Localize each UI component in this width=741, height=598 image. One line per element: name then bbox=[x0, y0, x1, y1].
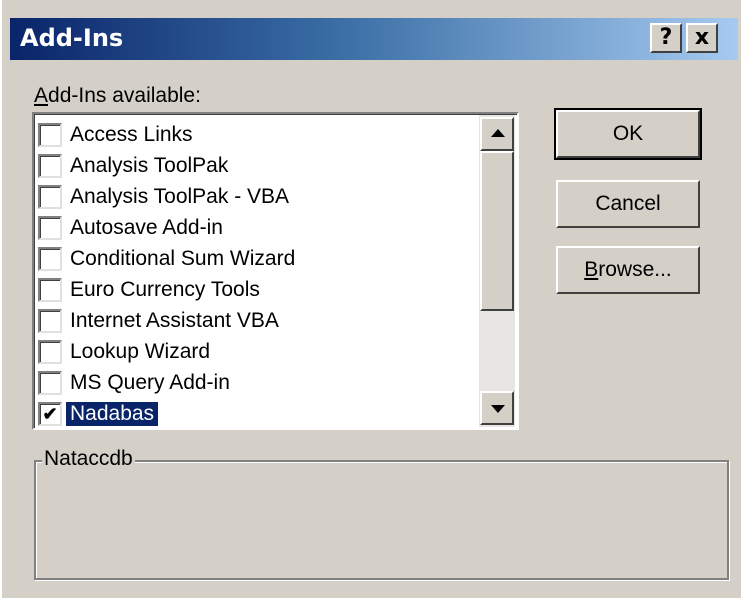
list-item-nadabas[interactable]: ✔ Nadabas bbox=[38, 398, 478, 429]
list-item-autosave[interactable]: Autosave Add-in bbox=[38, 212, 478, 243]
list-item-label: Internet Assistant VBA bbox=[70, 308, 279, 332]
checkbox[interactable] bbox=[38, 184, 62, 209]
help-button[interactable]: ? bbox=[650, 23, 682, 53]
list-item-label: Access Links bbox=[70, 122, 193, 146]
checkmark-icon: ✔ bbox=[42, 403, 58, 424]
browse-button[interactable]: Browse... bbox=[556, 246, 700, 294]
scroll-down-button[interactable] bbox=[480, 391, 514, 425]
list-item-analysis-toolpak-vba[interactable]: Analysis ToolPak - VBA bbox=[38, 181, 478, 212]
list-item-euro-currency[interactable]: Euro Currency Tools bbox=[38, 274, 478, 305]
list-item-label: Nadabas bbox=[66, 401, 159, 426]
description-groupbox bbox=[34, 460, 729, 580]
checkbox[interactable] bbox=[38, 122, 62, 147]
add-ins-dialog: Add-Ins ? x Add-Ins available: Access Li… bbox=[0, 0, 741, 598]
help-icon: ? bbox=[659, 25, 673, 50]
label-accelerator: A bbox=[34, 84, 49, 107]
dialog-title: Add-Ins bbox=[20, 24, 124, 52]
vertical-scrollbar[interactable] bbox=[479, 115, 515, 427]
arrow-down-icon bbox=[491, 405, 505, 413]
list-item-ms-query[interactable]: MS Query Add-in bbox=[38, 367, 478, 398]
browse-label: rowse... bbox=[598, 258, 672, 281]
title-bar[interactable]: Add-Ins ? x bbox=[10, 18, 738, 60]
list-item-access-links[interactable]: Access Links bbox=[38, 119, 478, 150]
list-item-label: Lookup Wizard bbox=[70, 339, 211, 363]
cancel-button[interactable]: Cancel bbox=[556, 180, 700, 228]
checkbox[interactable] bbox=[38, 370, 62, 395]
checkbox[interactable] bbox=[38, 339, 62, 364]
checkbox[interactable] bbox=[38, 308, 62, 333]
list-item-label: Euro Currency Tools bbox=[70, 277, 260, 301]
label-text: dd-Ins available: bbox=[48, 84, 201, 107]
list-item-label: Conditional Sum Wizard bbox=[70, 246, 296, 270]
arrow-up-icon bbox=[491, 129, 505, 137]
checkbox[interactable] bbox=[38, 215, 62, 240]
list-item-conditional-sum[interactable]: Conditional Sum Wizard bbox=[38, 243, 478, 274]
list-item-label: MS Query Add-in bbox=[70, 370, 230, 394]
close-icon: x bbox=[694, 25, 710, 50]
list-item-analysis-toolpak[interactable]: Analysis ToolPak bbox=[38, 150, 478, 181]
close-button[interactable]: x bbox=[686, 23, 718, 53]
checkbox[interactable] bbox=[38, 153, 62, 178]
checkbox[interactable] bbox=[38, 246, 62, 271]
scroll-up-button[interactable] bbox=[480, 117, 514, 151]
add-ins-items: Access Links Analysis ToolPak Analysis T… bbox=[38, 119, 478, 429]
list-item-label: Analysis ToolPak - VBA bbox=[70, 184, 290, 208]
list-item-internet-assistant[interactable]: Internet Assistant VBA bbox=[38, 305, 478, 336]
list-item-label: Autosave Add-in bbox=[70, 215, 223, 239]
checkbox[interactable] bbox=[38, 277, 62, 302]
browse-accelerator: B bbox=[584, 258, 599, 281]
checkbox-checked[interactable]: ✔ bbox=[38, 401, 62, 426]
scrollbar-thumb[interactable] bbox=[480, 151, 514, 311]
list-item-lookup-wizard[interactable]: Lookup Wizard bbox=[38, 336, 478, 367]
add-ins-available-label: Add-Ins available: bbox=[34, 84, 201, 108]
ok-button[interactable]: OK bbox=[554, 108, 702, 160]
description-title: Nataccdb bbox=[42, 447, 135, 471]
list-item-label: Analysis ToolPak bbox=[70, 153, 229, 177]
add-ins-listbox[interactable]: Access Links Analysis ToolPak Analysis T… bbox=[32, 112, 519, 430]
